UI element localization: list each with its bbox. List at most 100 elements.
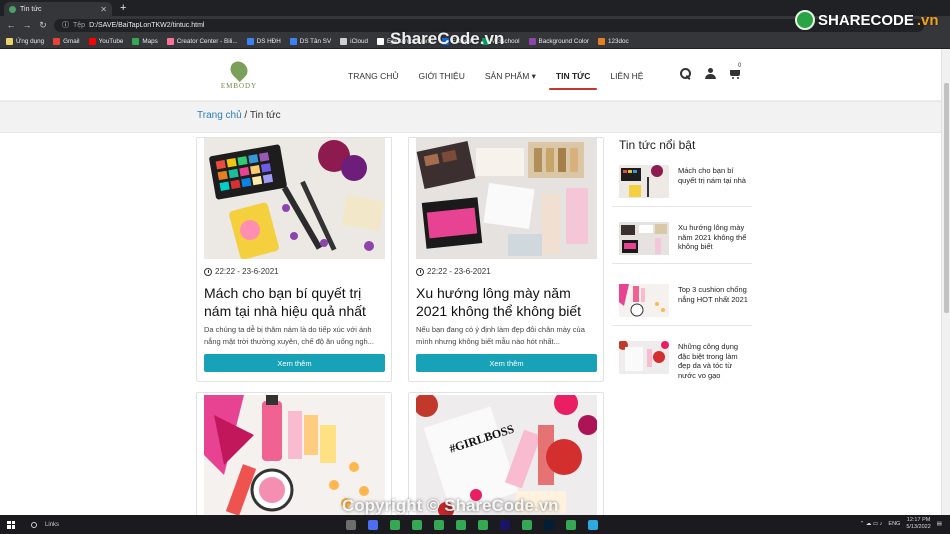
url-text: D:/SAVE/BaiTapLonTKW2/tintuc.html bbox=[89, 21, 205, 29]
bookmark-favicon-icon bbox=[166, 37, 174, 45]
search-icon bbox=[31, 521, 37, 528]
header-icons: 0 bbox=[680, 63, 741, 79]
scrollbar-thumb[interactable] bbox=[944, 83, 949, 313]
messenger-icon[interactable] bbox=[368, 519, 378, 530]
watermark-top: ShareCode.vn bbox=[390, 29, 505, 48]
notification-icon[interactable]: ▤ bbox=[937, 521, 942, 527]
back-icon[interactable]: ← bbox=[6, 20, 16, 30]
sharecode-logo: SHARECODE .vn bbox=[795, 10, 939, 30]
menu-item-about[interactable]: GIỚI THIỆU bbox=[419, 71, 465, 87]
article-image-makeup-palette[interactable] bbox=[204, 138, 385, 259]
article-title[interactable]: Xu hướng lông mày năm 2021 không thể khô… bbox=[416, 284, 600, 320]
skype-icon[interactable] bbox=[588, 519, 598, 530]
bookmark-item[interactable]: DS Tân SV bbox=[289, 37, 331, 45]
bookmark-item[interactable]: Gmail bbox=[53, 37, 80, 45]
featured-news-item[interactable]: Mách cho bạn bí quyết trị nám tại nhà bbox=[612, 155, 752, 207]
article-date: 22:22 - 23-6-2021 bbox=[204, 267, 279, 276]
bookmark-item[interactable]: Maps bbox=[132, 37, 158, 45]
main-menu: TRANG CHỦ GIỚI THIỆU SẢN PHẨM ▾ TIN TỨC … bbox=[348, 71, 643, 90]
chrome-icon[interactable] bbox=[390, 519, 400, 530]
bookmark-item[interactable]: YouTube bbox=[88, 37, 123, 45]
featured-thumb bbox=[619, 165, 669, 198]
bookmark-label: iCloud bbox=[350, 37, 369, 45]
reload-icon[interactable]: ↻ bbox=[38, 20, 48, 31]
featured-news-text: Xu hướng lông mày năm 2021 không thể khô… bbox=[678, 223, 747, 251]
user-icon[interactable] bbox=[705, 68, 716, 79]
read-more-button[interactable]: Xem thêm bbox=[416, 354, 597, 372]
featured-news-item[interactable]: Xu hướng lông mày năm 2021 không thể khô… bbox=[612, 212, 752, 264]
taskbar-date: 5/13/2022 bbox=[906, 524, 931, 530]
menu-item-news[interactable]: TIN TỨC bbox=[548, 71, 598, 90]
article-excerpt: Nếu bạn đang có ý định làm đẹp đôi chân … bbox=[416, 325, 585, 346]
close-tab-icon[interactable]: ✕ bbox=[100, 5, 107, 14]
bookmark-favicon-icon bbox=[597, 37, 605, 45]
bookmark-item[interactable]: Ứng dụng bbox=[6, 37, 45, 45]
menu-item-products[interactable]: SẢN PHẨM ▾ bbox=[485, 71, 536, 87]
bookmark-item[interactable]: Background Color bbox=[528, 37, 589, 45]
bookmark-favicon-icon bbox=[132, 37, 140, 45]
featured-news-text: Mách cho bạn bí quyết trị nám tại nhà bbox=[678, 166, 746, 185]
chrome-icon[interactable] bbox=[566, 519, 576, 530]
sharecode-logo-icon bbox=[795, 10, 815, 30]
article-image-brow-products[interactable] bbox=[416, 138, 597, 259]
bookmark-label: Ứng dụng bbox=[16, 37, 45, 45]
read-more-button[interactable]: Xem thêm bbox=[204, 354, 385, 372]
bookmark-label: Creator Center - Bili... bbox=[176, 37, 238, 45]
photoshop-icon[interactable] bbox=[544, 519, 554, 530]
cart-icon[interactable]: 0 bbox=[730, 63, 741, 79]
bookmark-label: Background Color bbox=[538, 37, 589, 45]
featured-news-text: Những công dụng đặc biệt trong làm đẹp d… bbox=[678, 342, 739, 380]
chrome-icon[interactable] bbox=[434, 519, 444, 530]
bookmark-item[interactable]: Creator Center - Bili... bbox=[166, 37, 238, 45]
bookmark-item[interactable]: iCloud bbox=[340, 37, 369, 45]
article-date-text: 22:22 - 23-6-2021 bbox=[215, 267, 279, 276]
breadcrumb-home-link[interactable]: Trang chủ bbox=[197, 110, 242, 121]
featured-news-text: Top 3 cushion chống nắng HOT nhất 2021 bbox=[678, 285, 748, 304]
browser-tab[interactable]: Tin tức ✕ bbox=[4, 2, 112, 16]
info-icon: ⓘ bbox=[62, 22, 69, 29]
chrome-icon[interactable] bbox=[412, 519, 422, 530]
task-view-icon[interactable] bbox=[346, 519, 356, 530]
featured-news-item[interactable]: Top 3 cushion chống nắng HOT nhất 2021 bbox=[612, 274, 752, 326]
taskbar-clock[interactable]: 12:17 PM 5/13/2022 bbox=[906, 517, 930, 531]
language-indicator[interactable]: ENG bbox=[888, 521, 900, 527]
featured-news-item[interactable]: Những công dụng đặc biệt trong làm đẹp d… bbox=[612, 331, 752, 389]
bookmark-favicon-icon bbox=[246, 37, 254, 45]
bookmark-item[interactable]: DS HĐH bbox=[246, 37, 281, 45]
bookmark-favicon-icon bbox=[340, 37, 348, 45]
article-card: 22:22 - 23-6-2021 Xu hướng lông mày năm … bbox=[408, 137, 604, 382]
bookmark-favicon-icon bbox=[289, 37, 297, 45]
premiere-icon[interactable] bbox=[500, 519, 510, 530]
chrome-icon[interactable] bbox=[456, 519, 466, 530]
windows-start-icon[interactable] bbox=[7, 520, 15, 529]
article-card: 22:22 - 23-6-2021 Mách cho bạn bí quyết … bbox=[196, 137, 392, 382]
watermark-bottom: Copyright © ShareCode.vn bbox=[342, 496, 559, 515]
search-icon[interactable] bbox=[680, 68, 691, 79]
new-tab-icon[interactable]: + bbox=[120, 2, 126, 14]
menu-item-contact[interactable]: LIÊN HỆ bbox=[610, 71, 643, 87]
chrome-icon[interactable] bbox=[478, 519, 488, 530]
breadcrumb-separator: / bbox=[241, 110, 250, 121]
sharecode-logo-domain: .vn bbox=[916, 11, 939, 29]
bookmark-favicon-icon bbox=[88, 37, 96, 45]
bookmark-label: Maps bbox=[142, 37, 158, 45]
featured-thumb bbox=[619, 341, 669, 374]
chrome-icon[interactable] bbox=[522, 519, 532, 530]
article-excerpt: Da chúng ta dễ bị thâm nám là do tiếp xú… bbox=[204, 325, 374, 346]
bookmark-favicon-icon bbox=[6, 37, 13, 45]
breadcrumb-band: Trang chủ / Tin tức bbox=[0, 101, 941, 133]
bookmark-label: Gmail bbox=[63, 37, 80, 45]
menu-item-home[interactable]: TRANG CHỦ bbox=[348, 71, 399, 87]
featured-thumb bbox=[619, 222, 669, 255]
clock-icon bbox=[416, 267, 424, 276]
article-date: 22:22 - 23-6-2021 bbox=[416, 267, 491, 276]
featured-thumb bbox=[619, 284, 669, 317]
bookmark-item[interactable]: 123doc bbox=[597, 37, 629, 45]
article-title[interactable]: Mách cho bạn bí quyết trị nám tại nhà hi… bbox=[204, 284, 388, 320]
tray-icons[interactable]: ⌃ ☁ ▭ ♪ bbox=[860, 521, 883, 527]
page-scrollbar[interactable] bbox=[941, 49, 950, 515]
leaf-logo-icon bbox=[226, 57, 252, 83]
taskbar-search[interactable]: Links bbox=[31, 521, 311, 528]
forward-icon[interactable]: → bbox=[22, 20, 32, 30]
site-logo[interactable]: EMBODY bbox=[218, 57, 260, 93]
